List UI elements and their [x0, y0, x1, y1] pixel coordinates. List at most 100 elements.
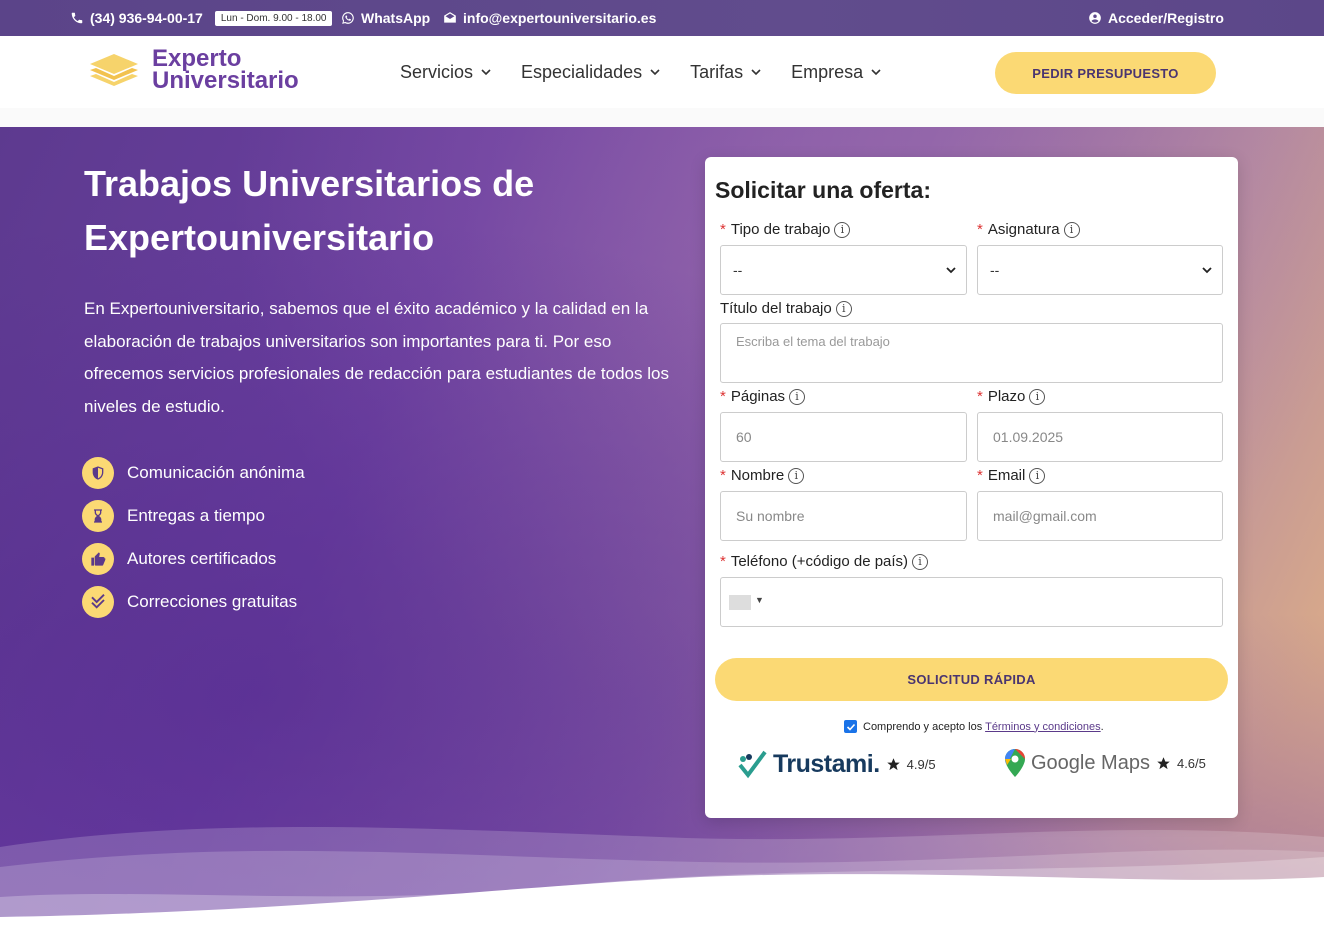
hero-section: Trabajos Universitarios de Expertouniver…	[0, 127, 1324, 938]
star-icon	[1157, 756, 1170, 769]
placeholder-text: mail@gmail.com	[993, 508, 1097, 524]
trustami-rating[interactable]: Trustami. 4.9/5	[737, 749, 936, 779]
trustami-check-icon	[738, 750, 767, 779]
terms-checkbox[interactable]	[844, 720, 857, 733]
required-mark: *	[720, 221, 726, 238]
google-maps-logo: Google Maps	[1031, 751, 1150, 774]
terms-consent: Comprendo y acepto los Términos y condic…	[844, 720, 1104, 733]
required-mark: *	[720, 467, 726, 484]
shield-icon	[82, 456, 114, 489]
email-input[interactable]: mail@gmail.com	[977, 491, 1223, 541]
label-text: Páginas	[730, 388, 786, 405]
info-icon[interactable]: i	[912, 553, 929, 570]
info-icon[interactable]: i	[1029, 388, 1046, 405]
login-link[interactable]: Acceder/Registro	[1088, 0, 1224, 36]
email-link[interactable]: info@expertouniversitario.es	[443, 0, 656, 36]
nav-label: Especialidades	[521, 61, 643, 82]
nav-label: Empresa	[791, 61, 864, 82]
required-mark: *	[720, 388, 726, 405]
feature-label: Entregas a tiempo	[127, 505, 265, 525]
paginas-input[interactable]: 60	[720, 412, 967, 462]
tipo-label: * Tipo de trabajo i	[720, 221, 851, 238]
request-quote-button[interactable]: PEDIR PRESUPUESTO	[995, 52, 1216, 94]
placeholder-text: Su nombre	[736, 508, 805, 524]
required-mark: *	[720, 553, 726, 570]
header-spacer	[0, 108, 1324, 127]
titulo-textarea[interactable]: Escriba el tema del trabajo	[720, 323, 1223, 383]
whatsapp-link[interactable]: WhatsApp	[341, 0, 430, 36]
site-logo[interactable]: Experto Universitario	[86, 47, 299, 94]
nav-servicios[interactable]: Servicios	[400, 62, 491, 83]
feature-list: Comunicación anónima Entregas a tiempo A…	[82, 451, 305, 623]
wave-decoration	[0, 827, 1324, 938]
nav-label: Tarifas	[690, 61, 744, 82]
nav-tarifas[interactable]: Tarifas	[690, 62, 761, 83]
hero-description: En Expertouniversitario, sabemos que el …	[84, 299, 669, 416]
caret-down-icon: ▼	[755, 595, 764, 605]
info-icon[interactable]: i	[789, 388, 806, 405]
user-icon	[1089, 12, 1101, 24]
telefono-input[interactable]: ▼	[720, 577, 1223, 627]
telefono-label: * Teléfono (+código de país) i	[720, 553, 929, 570]
quick-request-button[interactable]: SOLICITUD RÁPIDA	[715, 658, 1228, 701]
select-value: --	[733, 262, 743, 278]
nombre-label: * Nombre i	[720, 467, 805, 484]
phone-icon	[71, 12, 83, 24]
hours-badge: Lun - Dom. 9.00 - 18.00	[214, 10, 333, 26]
feature-label: Comunicación anónima	[127, 462, 305, 482]
info-icon[interactable]: i	[788, 467, 805, 484]
form-title: Solicitar una oferta:	[715, 177, 931, 203]
select-value: --	[990, 262, 1000, 278]
whatsapp-label: WhatsApp	[361, 10, 431, 26]
chevron-down-icon	[871, 69, 881, 76]
email-address: info@expertouniversitario.es	[463, 10, 657, 26]
label-text: Tipo de trabajo	[730, 221, 831, 238]
trustami-logo: Trustami.	[773, 749, 880, 778]
required-mark: *	[977, 388, 983, 405]
terms-end: .	[1100, 720, 1104, 733]
phone-contact[interactable]: (34) 936-94-00-17 Lun - Dom. 9.00 - 18.0…	[70, 0, 333, 36]
asignatura-select[interactable]: --	[977, 245, 1223, 295]
nav-especialidades[interactable]: Especialidades	[521, 62, 660, 83]
terms-text: Comprendo y acepto los	[863, 720, 983, 733]
placeholder-text: 01.09.2025	[993, 429, 1064, 445]
label-text: Título del trabajo	[720, 300, 832, 317]
tipo-select[interactable]: --	[720, 245, 967, 295]
list-item: Correcciones gratuitas	[82, 580, 305, 623]
star-icon	[886, 757, 900, 770]
plazo-input[interactable]: 01.09.2025	[977, 412, 1223, 462]
info-icon[interactable]: i	[834, 221, 851, 238]
google-maps-rating[interactable]: Google Maps 4.6/5	[1005, 749, 1206, 777]
terms-link[interactable]: Términos y condiciones	[985, 721, 1101, 733]
chevron-down-icon	[946, 267, 956, 274]
placeholder-text: Escriba el tema del trabajo	[736, 334, 890, 349]
plazo-label: * Plazo i	[977, 388, 1046, 405]
info-icon[interactable]: i	[1063, 221, 1080, 238]
nav-empresa[interactable]: Empresa	[791, 62, 881, 83]
required-mark: *	[977, 467, 983, 484]
titulo-label: Título del trabajo i	[720, 300, 852, 317]
asignatura-label: * Asignatura i	[977, 221, 1080, 238]
country-flag-icon[interactable]	[729, 595, 751, 610]
chevron-down-icon	[751, 69, 761, 76]
top-bar: (34) 936-94-00-17 Lun - Dom. 9.00 - 18.0…	[0, 0, 1324, 36]
check-icon	[846, 723, 855, 731]
placeholder-text: 60	[736, 429, 752, 445]
paginas-label: * Páginas i	[720, 388, 806, 405]
nombre-input[interactable]: Su nombre	[720, 491, 967, 541]
nav-label: Servicios	[400, 61, 474, 82]
list-item: Entregas a tiempo	[82, 494, 305, 537]
google-maps-score: 4.6/5	[1176, 755, 1206, 771]
phone-number: (34) 936-94-00-17	[90, 10, 203, 26]
info-icon[interactable]: i	[835, 300, 852, 317]
label-text: Plazo	[987, 388, 1026, 405]
chevron-down-icon	[1202, 267, 1212, 274]
list-item: Comunicación anónima	[82, 451, 305, 494]
chevron-down-icon	[650, 69, 660, 76]
login-label: Acceder/Registro	[1108, 10, 1224, 26]
info-icon[interactable]: i	[1029, 467, 1046, 484]
logo-line2: Universitario	[152, 67, 299, 94]
label-text: Teléfono (+código de país)	[730, 553, 909, 570]
chevron-down-icon	[481, 69, 491, 76]
email-label: * Email i	[977, 467, 1046, 484]
